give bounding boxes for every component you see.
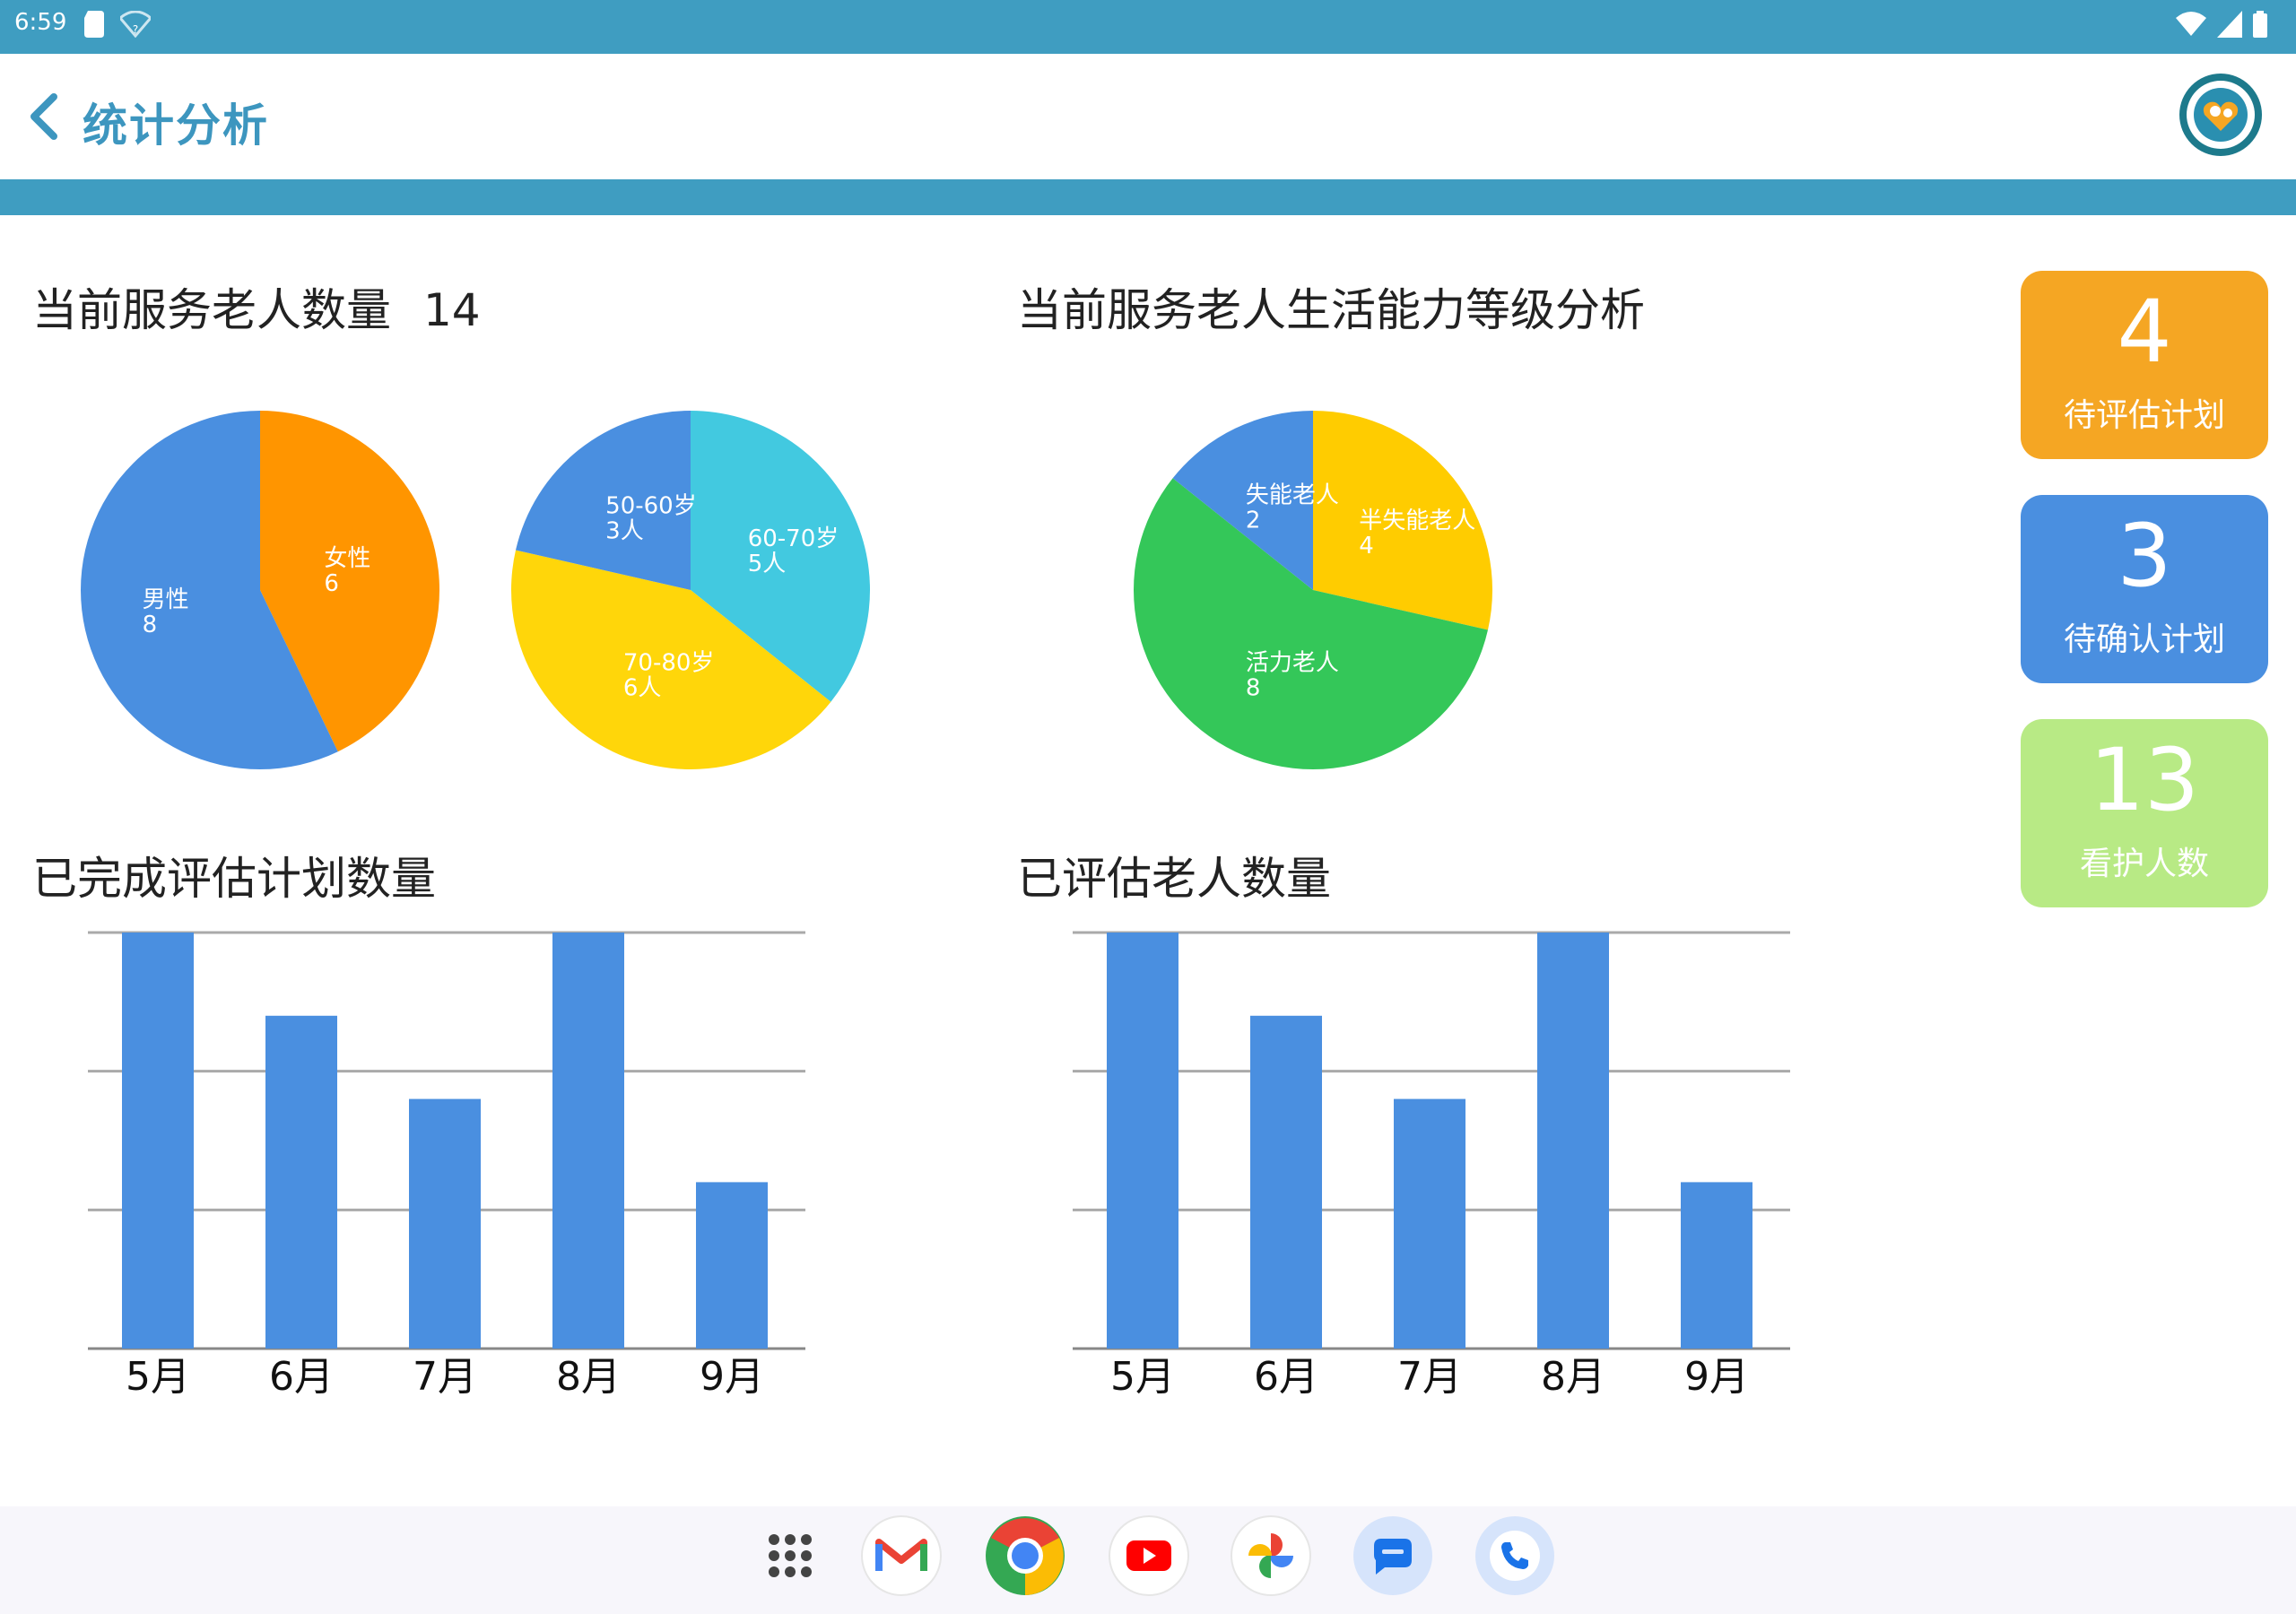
age-pie-chart: 60-70岁5人 70-80岁6人 50-60岁3人 bbox=[511, 411, 870, 769]
wifi-question-icon: ? bbox=[120, 11, 151, 38]
gmail-icon[interactable] bbox=[861, 1515, 942, 1596]
caregiver-count-value: 13 bbox=[2089, 730, 2200, 830]
page-title: 统计分析 bbox=[83, 100, 269, 152]
wifi-icon bbox=[2176, 12, 2206, 36]
assessed-elders-tick-label: 7月 bbox=[1397, 1354, 1462, 1400]
status-left-icons: ? bbox=[84, 11, 151, 38]
assessed-elders-tick-label: 8月 bbox=[1541, 1354, 1605, 1400]
accent-band bbox=[0, 179, 2296, 215]
completed-plans-tick-label: 7月 bbox=[413, 1354, 477, 1400]
app-drawer-icon[interactable] bbox=[750, 1515, 831, 1596]
pending-assessment-label: 待评估计划 bbox=[2063, 397, 2225, 434]
completed-plans-tick-label: 9月 bbox=[700, 1354, 764, 1400]
youtube-icon[interactable] bbox=[1109, 1515, 1189, 1596]
pending-confirmation-value: 3 bbox=[2117, 506, 2172, 606]
service-count-title: 当前服务老人数量 14 bbox=[32, 274, 481, 339]
caregiver-count-label: 看护人数 bbox=[2079, 846, 2209, 882]
completed-plans-bar-chart: 5月 6月 7月 8月 9月 bbox=[88, 931, 805, 1400]
assessed-elders-tick-label: 9月 bbox=[1684, 1354, 1749, 1400]
status-bar: 6:59 ? bbox=[0, 0, 2296, 54]
ability-pie-slice-value: 8 bbox=[1246, 675, 1261, 702]
assessed-elders-bar bbox=[1250, 1015, 1322, 1349]
age-pie-slice-label: 70-80岁 bbox=[623, 650, 715, 677]
completed-plans-tick-label: 6月 bbox=[269, 1354, 334, 1400]
age-pie-slice-value: 5人 bbox=[748, 551, 787, 577]
pending-confirmation-card[interactable]: 3 待确认计划 bbox=[2021, 495, 2268, 683]
assessed-elders-title: 已评估老人数量 bbox=[1017, 853, 1331, 905]
pending-assessment-card[interactable]: 4 待评估计划 bbox=[2021, 271, 2268, 459]
status-right-icons bbox=[2176, 11, 2267, 38]
completed-plans-title: 已完成评估计划数量 bbox=[32, 853, 436, 905]
ability-pie-slice-label: 活力老人 bbox=[1246, 650, 1339, 677]
back-button[interactable] bbox=[22, 90, 72, 143]
status-time: 6:59 bbox=[14, 9, 67, 36]
app-bar: 统计分析 bbox=[0, 54, 2296, 179]
phone-icon[interactable] bbox=[1474, 1515, 1555, 1596]
completed-plans-tick-label: 8月 bbox=[556, 1354, 621, 1400]
gender-pie-slice-label: 男性 bbox=[143, 586, 189, 613]
gender-pie-slice-label: 女性 bbox=[324, 545, 370, 572]
ability-pie-chart: 半失能老人4 活力老人8 失能老人2 bbox=[1134, 411, 1492, 769]
assessed-elders-bar bbox=[1394, 1098, 1465, 1349]
app-logo bbox=[2179, 74, 2262, 156]
completed-plans-bar bbox=[696, 1182, 768, 1349]
assessed-elders-bar bbox=[1537, 933, 1609, 1349]
svg-text:?: ? bbox=[133, 23, 138, 36]
age-pie-slice-value: 3人 bbox=[605, 518, 644, 545]
assessed-elders-bar bbox=[1107, 933, 1178, 1349]
assessed-elders-bar bbox=[1681, 1182, 1752, 1349]
assessed-elders-tick-label: 6月 bbox=[1254, 1354, 1318, 1400]
service-count-value: 14 bbox=[423, 284, 481, 336]
chrome-icon[interactable] bbox=[985, 1515, 1065, 1596]
completed-plans-bar bbox=[122, 933, 194, 1349]
completed-plans-bar bbox=[409, 1098, 481, 1349]
completed-plans-bar bbox=[265, 1015, 337, 1349]
pending-confirmation-label: 待确认计划 bbox=[2063, 621, 2225, 658]
age-pie-slice-value: 6人 bbox=[623, 675, 662, 702]
gender-pie-chart: 女性6 男性8 bbox=[80, 411, 439, 769]
age-pie-slice-label: 50-60岁 bbox=[605, 493, 697, 520]
caregiver-count-card[interactable]: 13 看护人数 bbox=[2021, 719, 2268, 907]
ability-pie-slice-label: 失能老人 bbox=[1246, 482, 1339, 508]
ability-pie-slice-value: 4 bbox=[1359, 533, 1374, 560]
age-pie-slice-label: 60-70岁 bbox=[748, 525, 839, 552]
messages-icon[interactable] bbox=[1352, 1515, 1433, 1596]
gender-pie-slice-value: 6 bbox=[324, 570, 339, 597]
ability-analysis-title: 当前服务老人生活能力等级分析 bbox=[1017, 284, 1645, 336]
completed-plans-tick-label: 5月 bbox=[126, 1354, 190, 1400]
sd-card-icon bbox=[84, 11, 104, 38]
chevron-left-icon bbox=[30, 93, 57, 140]
service-count-label: 当前服务老人数量 bbox=[32, 284, 391, 336]
gender-pie-slice-value: 8 bbox=[143, 612, 158, 638]
completed-plans-bar bbox=[552, 933, 624, 1349]
ability-pie-slice-value: 2 bbox=[1246, 507, 1261, 534]
battery-icon bbox=[2253, 11, 2267, 38]
pending-assessment-value: 4 bbox=[2117, 282, 2172, 382]
photos-icon[interactable] bbox=[1231, 1515, 1311, 1596]
assessed-elders-tick-label: 5月 bbox=[1110, 1354, 1175, 1400]
signal-icon bbox=[2217, 11, 2242, 38]
ability-pie-slice-label: 半失能老人 bbox=[1359, 508, 1475, 534]
app-dock bbox=[0, 1506, 2296, 1614]
assessed-elders-bar-chart: 5月 6月 7月 8月 9月 bbox=[1073, 931, 1790, 1400]
